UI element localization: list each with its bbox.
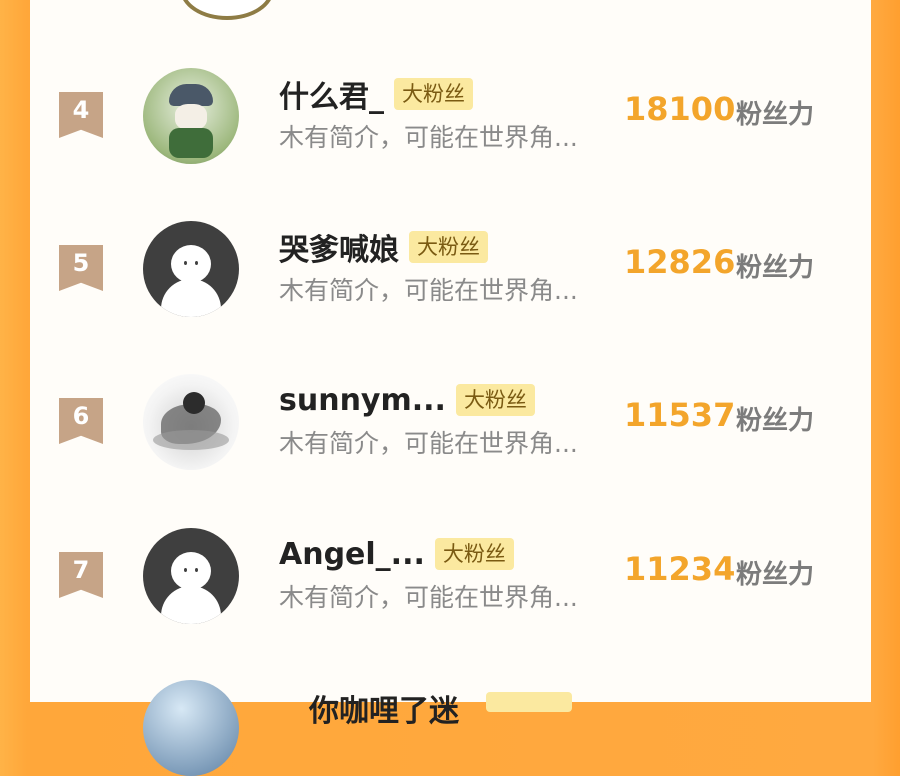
user-name[interactable]: 什么君_	[279, 72, 384, 116]
fan-power-score: 11537	[624, 396, 736, 434]
fan-power-label: 粉丝力	[736, 560, 815, 590]
list-item[interactable]: 7 Angel_... 大粉丝 木有简介，可能在世界角... 11234 粉丝力	[30, 522, 871, 642]
fan-level-badge: 大粉丝	[455, 384, 535, 416]
fan-level-badge: 大粉丝	[394, 78, 473, 110]
fan-level-badge: 大粉丝	[434, 538, 514, 570]
fan-power-label: 粉丝力	[736, 253, 815, 283]
fan-ranking-list: 4 什么君_ 大粉丝 木有简介，可能在世界角... 18100 粉丝力 5 哭爹…	[30, 0, 871, 776]
rank-badge: 5	[59, 245, 103, 291]
fan-power-label: 粉丝力	[736, 406, 815, 436]
rank-badge: 4	[59, 92, 103, 138]
list-item[interactable]: 4 什么君_ 大粉丝 木有简介，可能在世界角... 18100 粉丝力	[30, 62, 871, 182]
avatar[interactable]	[143, 221, 239, 317]
user-bio: 木有简介，可能在世界角...	[279, 276, 578, 305]
fan-power-score: 18100	[624, 90, 736, 128]
fan-power-label: 粉丝力	[736, 100, 815, 130]
avatar-partial-bottom[interactable]	[143, 680, 239, 776]
avatar-partial-top[interactable]	[180, 0, 274, 20]
avatar[interactable]	[143, 68, 239, 164]
list-item[interactable]: 5 哭爹喊娘 大粉丝 木有简介，可能在世界角... 12826 粉丝力	[30, 215, 871, 335]
user-bio: 木有简介，可能在世界角...	[279, 583, 578, 612]
user-bio: 木有简介，可能在世界角...	[279, 429, 578, 458]
rank-badge: 7	[59, 552, 103, 598]
user-name[interactable]: Angel_...	[279, 537, 425, 572]
fan-power-score: 11234	[624, 550, 736, 588]
avatar[interactable]	[143, 374, 239, 470]
fan-level-badge-partial	[486, 692, 572, 712]
rank-badge: 6	[59, 398, 103, 444]
fan-level-badge: 大粉丝	[409, 231, 488, 263]
user-bio: 木有简介，可能在世界角...	[279, 123, 578, 152]
avatar[interactable]	[143, 528, 239, 624]
list-item[interactable]: 6 sunnym... 大粉丝 木有简介，可能在世界角... 11537 粉丝力	[30, 368, 871, 488]
user-name-partial[interactable]: 你咖哩了迷	[309, 686, 459, 730]
user-name[interactable]: sunnym...	[279, 383, 446, 418]
user-name[interactable]: 哭爹喊娘	[279, 225, 399, 269]
fan-power-score: 12826	[624, 243, 736, 281]
